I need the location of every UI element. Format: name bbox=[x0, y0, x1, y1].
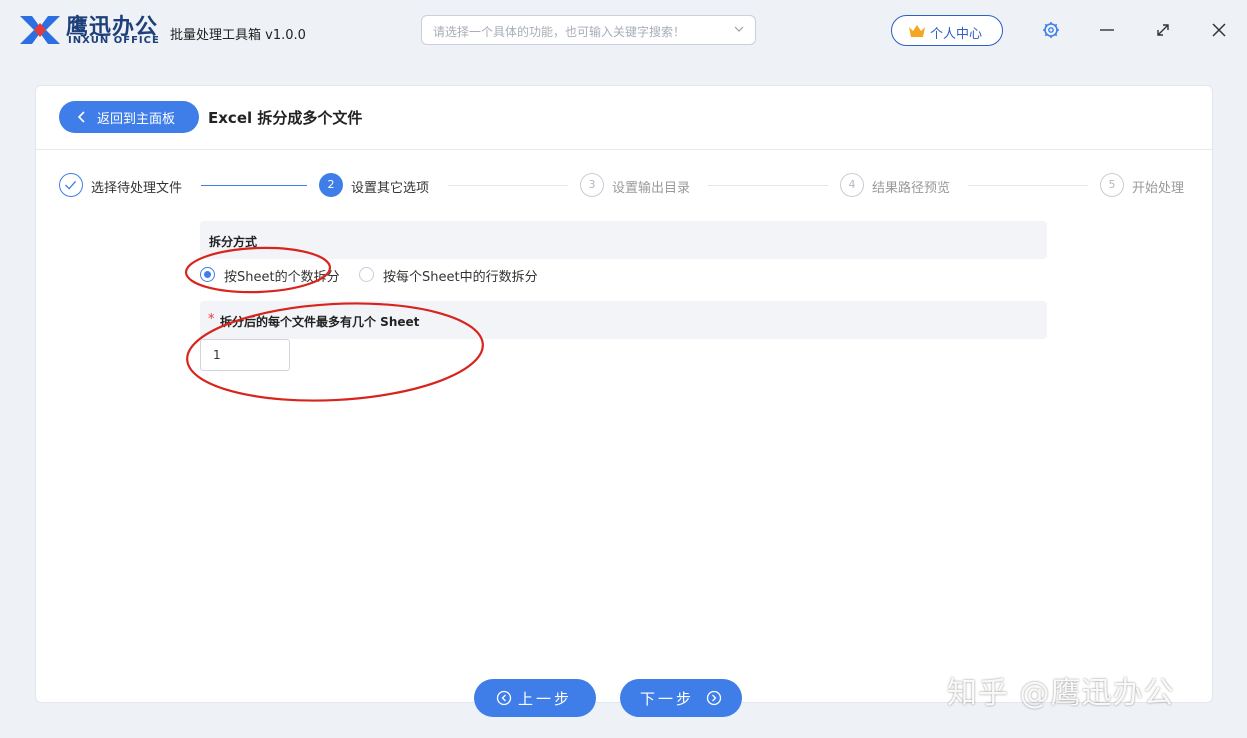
max-sheets-title: 拆分后的每个文件最多有几个 Sheet bbox=[220, 315, 420, 329]
page-title: Excel 拆分成多个文件 bbox=[208, 109, 363, 127]
split-by-sheet-count-radio[interactable] bbox=[200, 267, 215, 282]
step-3-number: 3 bbox=[580, 173, 604, 197]
chevron-left-icon bbox=[77, 111, 85, 123]
next-step-button[interactable]: 下一步 bbox=[620, 679, 742, 717]
brand-name-en: INXUN OFFICE bbox=[68, 35, 160, 46]
minimize-icon[interactable] bbox=[1096, 19, 1118, 41]
step-2-label: 设置其它选项 bbox=[351, 181, 430, 196]
step-4-label: 结果路径预览 bbox=[872, 181, 951, 196]
split-by-row-count-radio[interactable] bbox=[359, 267, 374, 282]
next-step-label: 下一步 bbox=[640, 690, 695, 708]
step-connector bbox=[448, 185, 568, 186]
step-5-number: 5 bbox=[1100, 173, 1124, 197]
required-mark: * bbox=[208, 312, 215, 327]
circle-chevron-left-icon bbox=[496, 690, 512, 706]
split-by-row-count-label[interactable]: 按每个Sheet中的行数拆分 bbox=[383, 266, 538, 285]
step-3-label: 设置输出目录 bbox=[612, 181, 691, 196]
prev-step-label: 上一步 bbox=[518, 690, 573, 708]
step-5-label: 开始处理 bbox=[1132, 181, 1185, 196]
max-sheets-input[interactable] bbox=[200, 339, 290, 371]
search-placeholder: 请选择一个具体的功能，也可输入关键字搜索！ bbox=[433, 25, 686, 39]
step-4-number: 4 bbox=[840, 173, 864, 197]
divider bbox=[36, 149, 1212, 150]
split-by-sheet-count-label[interactable]: 按Sheet的个数拆分 bbox=[224, 266, 340, 285]
gear-icon[interactable] bbox=[1040, 19, 1062, 41]
back-to-main-button[interactable]: 返回到主面板 bbox=[59, 101, 199, 133]
step-connector bbox=[708, 185, 828, 186]
crown-icon bbox=[909, 25, 925, 37]
prev-step-button[interactable]: 上一步 bbox=[474, 679, 596, 717]
close-icon[interactable] bbox=[1208, 19, 1230, 41]
step-2-number: 2 bbox=[319, 173, 343, 197]
maximize-icon[interactable] bbox=[1152, 19, 1174, 41]
split-mode-title: 拆分方式 bbox=[209, 235, 258, 249]
circle-chevron-right-icon bbox=[706, 690, 722, 706]
step-connector bbox=[201, 185, 307, 186]
back-button-label: 返回到主面板 bbox=[97, 112, 176, 127]
split-mode-section-header bbox=[200, 221, 1047, 259]
step-connector bbox=[968, 185, 1088, 186]
function-search-select[interactable]: 请选择一个具体的功能，也可输入关键字搜索！ bbox=[421, 15, 756, 45]
user-center-label: 个人中心 bbox=[930, 27, 983, 42]
user-center-button[interactable]: 个人中心 bbox=[891, 15, 1003, 46]
app-name: 批量处理工具箱 v1.0.0 bbox=[170, 28, 306, 43]
watermark: 知乎 @鹰迅办公 bbox=[947, 676, 1175, 711]
title-bar: 鹰迅办公 INXUN OFFICE 批量处理工具箱 v1.0.0 请选择一个具体… bbox=[0, 0, 1247, 60]
check-icon bbox=[65, 180, 77, 190]
step-1-label: 选择待处理文件 bbox=[91, 181, 183, 196]
step-1-done-icon bbox=[59, 173, 83, 197]
app-logo-icon bbox=[20, 16, 60, 44]
chevron-down-icon bbox=[734, 26, 744, 32]
